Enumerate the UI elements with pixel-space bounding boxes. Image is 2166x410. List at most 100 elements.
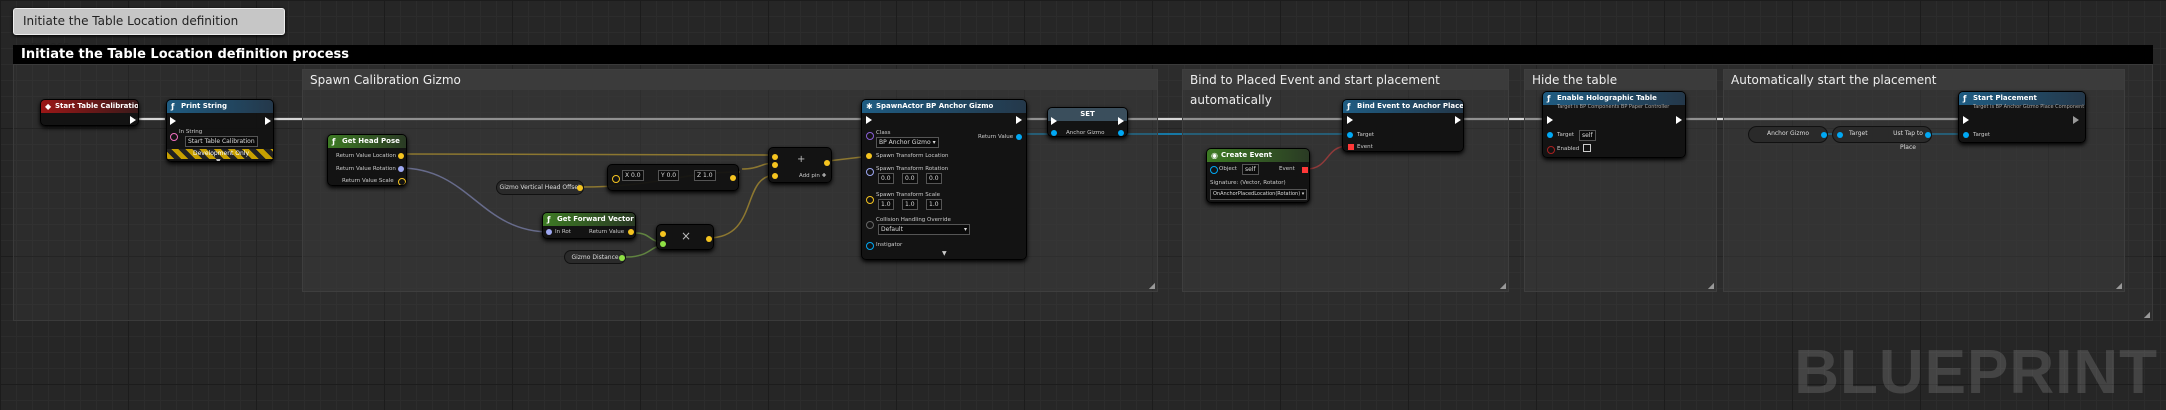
vector-out-pin[interactable] — [398, 178, 406, 185]
node-set-variable[interactable]: SET Anchor Gizmo — [1047, 107, 1128, 137]
node-gizmo-offset[interactable]: Gizmo Vertical Head Offset — [496, 180, 584, 195]
object-field[interactable]: self — [1242, 164, 1259, 175]
node-get-head-pose[interactable]: ƒ Get Head Pose Return Value Location Ret… — [327, 134, 407, 186]
object-in-pin[interactable] — [1347, 132, 1353, 138]
vector-out-pin[interactable] — [628, 229, 634, 235]
exec-out-pin[interactable] — [2073, 116, 2079, 124]
vector-out-pin[interactable] — [706, 236, 712, 242]
vector-in-pin[interactable] — [612, 175, 620, 183]
string-pin[interactable] — [170, 133, 178, 141]
exec-in-pin[interactable] — [170, 117, 176, 125]
node-print-string[interactable]: ƒ Print String In String Start Table Cali… — [166, 99, 274, 162]
vector-in-pin[interactable] — [866, 196, 874, 204]
rotator-in-pin[interactable] — [546, 229, 552, 235]
vector-out-pin[interactable] — [577, 185, 583, 191]
chevron-down-icon[interactable]: ▼ — [942, 250, 947, 257]
exec-out-pin[interactable] — [265, 117, 271, 125]
object-in-pin[interactable] — [1547, 132, 1553, 138]
target-field[interactable]: self — [1579, 130, 1596, 141]
resize-handle-icon[interactable]: ◢ — [2116, 281, 2122, 290]
resize-handle-icon[interactable]: ◢ — [1149, 281, 1155, 290]
exec-out-pin[interactable] — [1118, 117, 1124, 125]
scale-y-field[interactable]: 1.0 — [902, 199, 918, 210]
chevron-down-icon[interactable]: ▼ — [216, 158, 221, 161]
exec-in-pin[interactable] — [1051, 117, 1057, 125]
exec-out-pin[interactable] — [1455, 116, 1461, 124]
exec-out-pin[interactable] — [130, 116, 136, 124]
in-string-field[interactable]: Start Table Calibration — [185, 136, 258, 147]
node-get-tap-to-place[interactable]: Target Ust Tap to Place — [1832, 126, 1932, 151]
class-pin[interactable] — [866, 132, 874, 140]
object-out-pin[interactable] — [1016, 134, 1022, 140]
vector-out-pin[interactable] — [824, 160, 830, 166]
vector-x-field[interactable]: X 0.0 — [622, 170, 644, 181]
rotation-x-field[interactable]: 0.0 — [878, 173, 894, 184]
node-spawn-actor[interactable]: ✱ SpawnActor BP Anchor Gizmo Class BP Anc… — [861, 99, 1027, 260]
vector-in-pin[interactable] — [866, 153, 872, 159]
initiate-button[interactable]: Initiate the Table Location definition p… — [13, 8, 285, 53]
vector-z-value: 1.0 — [703, 172, 713, 179]
node-start-placement[interactable]: ƒ Start Placement Target is BP Anchor Giz… — [1958, 91, 2086, 143]
object-in-pin[interactable] — [1963, 132, 1969, 138]
target-label: Target — [1357, 132, 1375, 138]
vector-in-pin[interactable] — [772, 173, 778, 179]
node-title: SET — [1080, 110, 1095, 118]
node-enable-holographic-table[interactable]: ƒ Enable Holographic Table Target is BP C… — [1542, 91, 1686, 158]
rotation-y-field[interactable]: 0.0 — [902, 173, 918, 184]
node-get-forward-vector[interactable]: ƒ Get Forward Vector In Rot Return Value — [542, 212, 636, 239]
vector-out-pin[interactable] — [398, 153, 404, 159]
class-select[interactable]: BP Anchor Gizmo ▾ — [876, 137, 939, 148]
scale-x-field[interactable]: 1.0 — [878, 199, 894, 210]
object-in-pin[interactable] — [1837, 132, 1843, 138]
resize-handle-icon[interactable]: ◢ — [1500, 281, 1506, 290]
target-label: Target — [1557, 132, 1575, 138]
resize-handle-icon[interactable]: ◢ — [1708, 281, 1714, 290]
exec-in-pin[interactable] — [1963, 116, 1969, 124]
rotator-out-pin[interactable] — [398, 166, 404, 172]
enum-pin[interactable] — [866, 221, 874, 229]
float-in-pin[interactable] — [660, 241, 666, 247]
node-add-vector[interactable]: + Add pin ✚ — [768, 147, 832, 183]
delegate-out-pin[interactable] — [1302, 167, 1308, 173]
exec-in-pin[interactable] — [1347, 116, 1353, 124]
collision-select[interactable]: Default ▾ — [878, 224, 970, 235]
object-out-pin[interactable] — [1821, 132, 1827, 138]
exec-in-pin[interactable] — [1547, 116, 1553, 124]
node-start-calibration[interactable]: ◆ Start Table Calibration — [40, 99, 139, 126]
resize-handle-icon[interactable]: ◢ — [2144, 310, 2150, 319]
bool-in-pin[interactable] — [1547, 146, 1555, 154]
exec-in-pin[interactable] — [866, 116, 872, 124]
node-make-vector[interactable]: X 0.0 Y 0.0 Z 1.0 — [607, 164, 739, 191]
float-out-pin[interactable] — [619, 255, 625, 261]
object-out-pin[interactable] — [1118, 130, 1124, 136]
node-create-event[interactable]: ◉ Create Event Object self Event Signatur… — [1206, 148, 1310, 203]
event-label: Event — [1279, 166, 1295, 172]
blueprint-watermark: BLUEPRINT — [1794, 338, 2158, 407]
rotator-in-pin[interactable] — [866, 168, 874, 176]
object-in-pin[interactable] — [1210, 166, 1218, 174]
node-gizmo-distance[interactable]: Gizmo Distance — [564, 250, 626, 264]
node-multiply[interactable]: × — [656, 224, 714, 250]
exec-out-pin[interactable] — [1676, 116, 1682, 124]
add-pin-button[interactable]: Add pin ✚ — [799, 172, 826, 180]
node-bind-event[interactable]: ƒ Bind Event to Anchor Placed Target Even… — [1342, 99, 1464, 152]
rotation-z-field[interactable]: 0.0 — [926, 173, 942, 184]
vector-in-pin[interactable] — [660, 231, 666, 237]
function-icon: ƒ — [171, 102, 175, 111]
node-anchor-gizmo-getter[interactable]: Anchor Gizmo — [1748, 126, 1828, 143]
object-in-pin[interactable] — [866, 242, 874, 250]
vector-y-field[interactable]: Y 0.0 — [658, 170, 680, 181]
enabled-checkbox[interactable] — [1583, 144, 1591, 152]
object-out-pin[interactable] — [1925, 132, 1931, 138]
delegate-in-pin[interactable] — [1348, 144, 1354, 150]
scale-z-field[interactable]: 1.0 — [926, 199, 942, 210]
function-icon: ƒ — [1547, 94, 1551, 103]
vector-in-pin[interactable] — [772, 162, 778, 168]
vector-z-field[interactable]: Z 1.0 — [694, 170, 716, 181]
vector-in-pin[interactable] — [772, 154, 778, 160]
spawn-location-label: Spawn Transform Location — [876, 153, 949, 159]
function-select[interactable]: OnAnchorPlacedLocation(Rotation) ▾ — [1210, 189, 1308, 200]
exec-out-pin[interactable] — [1016, 116, 1022, 124]
vector-out-pin[interactable] — [730, 175, 736, 181]
object-in-pin[interactable] — [1051, 130, 1057, 136]
